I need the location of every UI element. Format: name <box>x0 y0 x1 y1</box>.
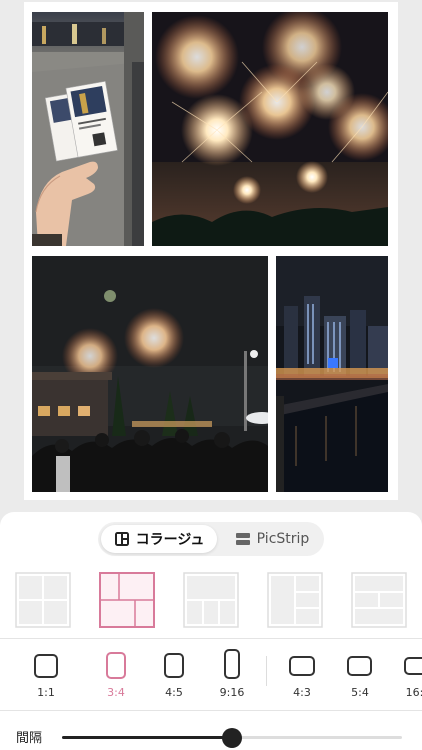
layout-left-tall-right-three[interactable] <box>267 572 323 628</box>
collage-photo-crowd-fireworks[interactable] <box>32 256 268 492</box>
divider <box>0 638 422 639</box>
ratio-label: 16:9 <box>405 686 422 699</box>
picstrip-icon <box>235 531 251 547</box>
collage-canvas-area <box>0 0 422 512</box>
spacing-label: 間隔 <box>16 731 43 746</box>
layout-rows-mixed[interactable] <box>351 572 407 628</box>
collage-preview[interactable] <box>24 2 398 500</box>
layout-picker <box>0 572 422 634</box>
square-ratio-icon <box>34 654 58 678</box>
spacing-slider[interactable] <box>62 728 402 748</box>
picstrip-mode-button[interactable]: PicStrip <box>222 525 322 553</box>
ratio-label: 9:16 <box>219 686 245 699</box>
ratio-group-separator <box>266 656 267 686</box>
landscape-ratio-icon <box>347 656 372 676</box>
spacing-slider-thumb[interactable] <box>222 728 242 748</box>
collage-photo-fireworks-large[interactable] <box>152 12 388 246</box>
ratio-label: 4:3 <box>293 686 311 699</box>
ratio-4-3[interactable]: 4:3 <box>280 646 324 706</box>
ratio-5-4[interactable]: 5:4 <box>338 646 382 706</box>
collage-photo-tickets[interactable] <box>32 12 144 246</box>
collage-photo-night-city[interactable] <box>276 256 388 492</box>
collage-mode-button[interactable]: コラージュ <box>101 525 217 553</box>
ratio-16-9[interactable]: 16:9 <box>396 646 422 706</box>
wide-ratio-icon <box>404 657 422 675</box>
spacing-slider-fill <box>62 736 232 739</box>
spacing-row: 間隔 <box>0 722 422 750</box>
collage-mode-label: コラージュ <box>135 532 205 548</box>
collage-grid-icon <box>114 531 130 547</box>
portrait-ratio-icon <box>164 653 184 678</box>
layout-grid-2x2[interactable] <box>15 572 71 628</box>
ratio-3-4[interactable]: 3:4 <box>94 646 138 706</box>
picstrip-mode-label: PicStrip <box>256 531 310 547</box>
ratio-label: 5:4 <box>351 686 369 699</box>
layout-top-left-large[interactable] <box>99 572 155 628</box>
portrait-ratio-icon <box>106 652 126 679</box>
edit-panel: コラージュ PicStrip 1:1 3:4 4:5 9:16 4:3 5:4 … <box>0 512 422 750</box>
mode-toggle: コラージュ PicStrip <box>98 522 324 556</box>
aspect-ratio-picker: 1:1 3:4 4:5 9:16 4:3 5:4 16:9 <box>0 646 422 710</box>
tall-ratio-icon <box>224 649 240 679</box>
layout-top-wide-bottom-three[interactable] <box>183 572 239 628</box>
ratio-1-1[interactable]: 1:1 <box>24 646 68 706</box>
divider <box>0 710 422 711</box>
ratio-4-5[interactable]: 4:5 <box>152 646 196 706</box>
ratio-9-16[interactable]: 9:16 <box>210 646 254 706</box>
ratio-label: 3:4 <box>107 686 125 699</box>
ratio-label: 4:5 <box>165 686 183 699</box>
ratio-label: 1:1 <box>37 686 55 699</box>
landscape-ratio-icon <box>289 656 315 676</box>
